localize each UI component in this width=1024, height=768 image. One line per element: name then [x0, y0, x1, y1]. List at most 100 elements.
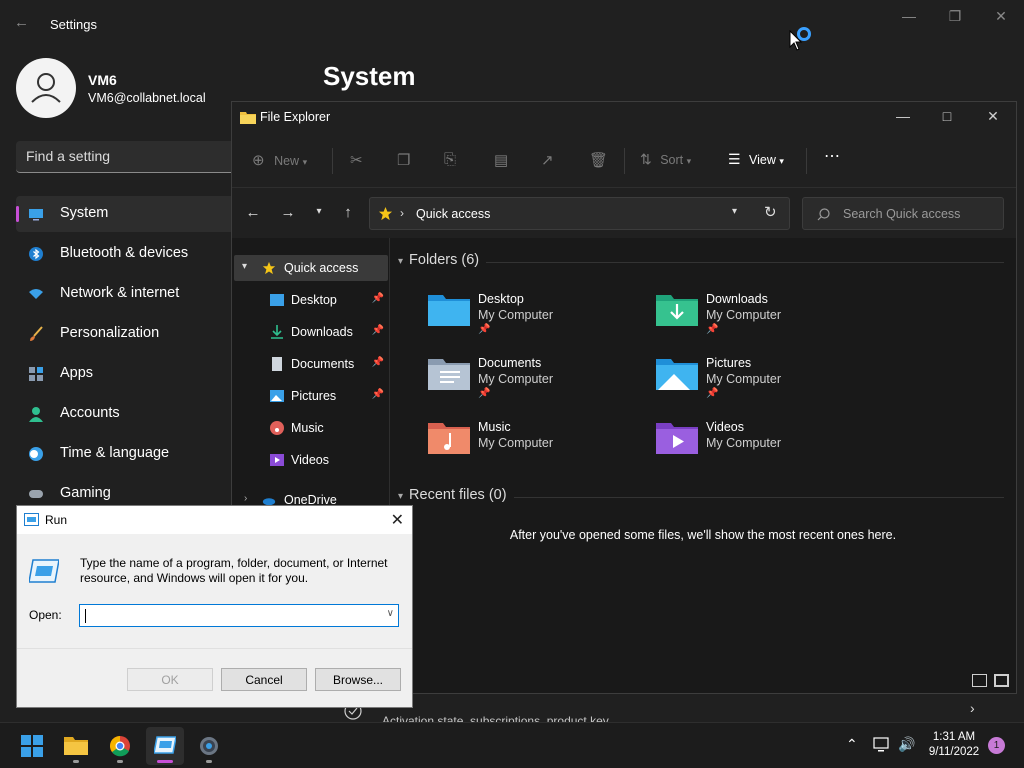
sidebar-item-accounts[interactable]: Accounts: [16, 396, 248, 432]
search-input[interactable]: Search Quick access: [802, 197, 1004, 230]
group-title: Recent files (0): [409, 487, 507, 503]
address-bar[interactable]: › Quick access ▾ ↻: [369, 197, 790, 230]
pin-icon: 📌: [706, 324, 719, 335]
volume-icon[interactable]: 🔊: [898, 736, 915, 753]
ok-button[interactable]: OK: [127, 668, 213, 691]
folder-tile-desktop[interactable]: Desktop My Computer 📌: [428, 292, 638, 350]
close-button[interactable]: ✕: [978, 108, 1008, 126]
nav-item-pictures[interactable]: Pictures 📌: [234, 383, 388, 409]
chevron-down-icon[interactable]: ▾: [732, 206, 737, 217]
bluetooth-icon: [29, 247, 43, 261]
folder-tile-pictures[interactable]: Pictures My Computer 📌: [656, 356, 866, 414]
copy-icon[interactable]: ❐: [397, 151, 410, 171]
group-divider: [486, 262, 1004, 263]
sidebar-item-bluetooth[interactable]: Bluetooth & devices: [16, 236, 248, 272]
folder-tile-videos[interactable]: Videos My Computer: [656, 420, 866, 478]
taskbar-chrome[interactable]: [101, 727, 139, 765]
tiles-view-icon[interactable]: [994, 674, 1009, 687]
apps-icon: [29, 367, 43, 381]
breadcrumb-chevron-icon: ›: [400, 206, 404, 220]
paste-icon[interactable]: ⎘: [444, 151, 456, 171]
wifi-icon: [29, 289, 43, 299]
nav-item-documents[interactable]: Documents 📌: [234, 351, 388, 377]
breadcrumb[interactable]: Quick access: [416, 207, 490, 221]
sort-button[interactable]: ⇅ Sort ▾: [640, 151, 691, 171]
show-hidden-icons-chevron-icon[interactable]: ⌃: [846, 736, 858, 753]
plus-circle-icon: ⊕: [252, 152, 265, 169]
minimize-button[interactable]: —: [897, 8, 921, 26]
nav-item-downloads[interactable]: Downloads 📌: [234, 319, 388, 345]
sidebar-item-personalization[interactable]: Personalization: [16, 316, 248, 352]
taskbar-run[interactable]: [146, 727, 184, 765]
nav-item-music[interactable]: Music: [234, 415, 388, 441]
chevron-down-icon[interactable]: ▾: [242, 261, 247, 272]
open-combobox[interactable]: ∨: [79, 604, 399, 627]
folder-location: My Computer: [706, 308, 782, 322]
documents-folder-icon: [428, 359, 470, 390]
start-icon: [21, 735, 43, 757]
dialog-footer: OK Cancel Browse...: [17, 648, 412, 707]
sidebar-item-label: Network & internet: [60, 285, 180, 301]
network-icon[interactable]: [873, 737, 891, 753]
chevron-down-icon: ▾: [779, 156, 784, 166]
back-arrow-icon[interactable]: ←: [14, 14, 34, 34]
settings-titlebar: ← Settings — ❐ ✕: [0, 0, 1024, 48]
folder-tile-downloads[interactable]: Downloads My Computer 📌: [656, 292, 866, 350]
nav-item-label: Videos: [291, 453, 329, 467]
delete-icon[interactable]: 🗑: [589, 151, 608, 171]
pin-icon: 📌: [371, 357, 384, 368]
browse-button[interactable]: Browse...: [315, 668, 401, 691]
folder-name: Downloads: [706, 292, 768, 306]
content-pane: ▾ Folders (6) Desktop My Computer 📌 Downl…: [390, 238, 1016, 693]
pin-icon: 📌: [478, 324, 491, 335]
recent-locations-icon[interactable]: ▾: [310, 206, 328, 224]
music-icon: [270, 421, 284, 435]
clock[interactable]: 1:31 AM 9/11/2022: [924, 730, 984, 760]
taskbar-settings[interactable]: [190, 727, 228, 765]
page-title: System: [323, 61, 416, 91]
pin-icon: 📌: [371, 293, 384, 304]
search-input[interactable]: Find a setting: [16, 141, 248, 173]
sidebar-item-system[interactable]: System: [16, 196, 248, 232]
folder-name: Music: [478, 420, 511, 434]
maximize-button[interactable]: ❐: [943, 8, 967, 26]
sidebar-item-apps[interactable]: Apps: [16, 356, 248, 392]
avatar[interactable]: [16, 58, 76, 118]
details-view-icon[interactable]: [972, 674, 987, 687]
share-icon[interactable]: ↗: [541, 151, 554, 171]
rename-icon[interactable]: ▤: [494, 151, 508, 171]
folder-tile-music[interactable]: Music My Computer: [428, 420, 638, 478]
cut-icon[interactable]: ✂: [350, 151, 363, 171]
recent-group-header[interactable]: ▾ Recent files (0): [398, 487, 507, 503]
chevron-right-icon[interactable]: ›: [244, 493, 247, 504]
folder-tile-documents[interactable]: Documents My Computer 📌: [428, 356, 638, 414]
forward-arrow-icon[interactable]: →: [279, 204, 297, 222]
back-arrow-icon[interactable]: ←: [244, 204, 262, 222]
view-label: View: [749, 153, 776, 167]
up-arrow-icon[interactable]: ↑: [339, 204, 357, 222]
minimize-button[interactable]: —: [888, 108, 918, 126]
notification-badge[interactable]: 1: [988, 737, 1005, 754]
close-icon[interactable]: ✕: [391, 510, 404, 530]
documents-icon: [272, 357, 282, 371]
music-folder-icon: [428, 423, 470, 454]
nav-item-videos[interactable]: Videos: [234, 447, 388, 473]
chevron-down-icon[interactable]: ∨: [387, 608, 394, 619]
refresh-icon[interactable]: ↻: [764, 203, 777, 221]
view-button[interactable]: ☰ View ▾: [728, 151, 784, 171]
close-button[interactable]: ✕: [989, 8, 1013, 26]
folders-group-header[interactable]: ▾ Folders (6): [398, 252, 479, 268]
cancel-button[interactable]: Cancel: [221, 668, 307, 691]
nav-item-desktop[interactable]: Desktop 📌: [234, 287, 388, 313]
sidebar-item-time-language[interactable]: Time & language: [16, 436, 248, 472]
taskbar-file-explorer[interactable]: [57, 727, 95, 765]
sidebar-item-network[interactable]: Network & internet: [16, 276, 248, 312]
download-icon: [271, 325, 283, 339]
maximize-button[interactable]: □: [932, 108, 962, 126]
new-button[interactable]: ⊕ New ▾: [252, 151, 307, 171]
more-options-icon[interactable]: ⋯: [824, 146, 840, 166]
person-icon: [29, 407, 43, 422]
nav-item-quick-access[interactable]: ▾ Quick access: [234, 255, 388, 281]
start-button[interactable]: [13, 727, 51, 765]
sort-label: Sort: [660, 153, 684, 167]
